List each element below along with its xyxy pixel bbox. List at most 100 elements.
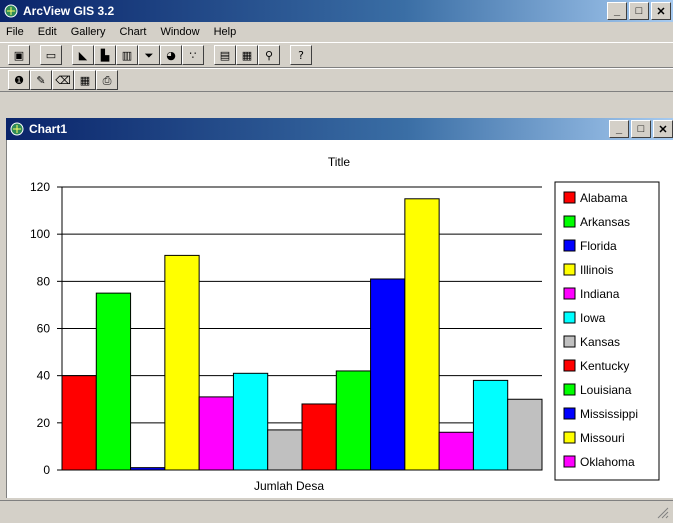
y-tick-label: 120 <box>30 180 50 194</box>
menubar: File Edit Gallery Chart Window Help <box>0 22 673 42</box>
bar-unnamed-12[interactable] <box>472 379 509 471</box>
chart-restore-button[interactable]: □ <box>631 120 651 138</box>
series-columns-button[interactable]: ▦ <box>236 45 258 65</box>
y-tick-label: 20 <box>37 416 51 430</box>
properties-button[interactable]: ▭ <box>40 45 62 65</box>
menu-gallery[interactable]: Gallery <box>71 26 106 38</box>
legend[interactable]: Alabama Arkansas Florida Illinois Indiana Iow… <box>554 181 660 481</box>
legend-swatch <box>563 383 576 396</box>
legend-label: Alabama <box>580 191 628 205</box>
button-bar: ▣ ▭ ◣ ▙ ▥ ⏷ ◕ ∵ ▤ ▦ ⚲ ? <box>0 42 673 68</box>
y-tick-label: 60 <box>37 322 51 336</box>
menu-file[interactable]: File <box>6 26 24 38</box>
find-icon: ⚲ <box>264 48 274 62</box>
find-button[interactable]: ⚲ <box>258 45 280 65</box>
legend-swatch <box>563 191 576 204</box>
line-chart-icon: ⏷ <box>144 48 154 62</box>
line-chart-button[interactable]: ⏷ <box>138 45 160 65</box>
menu-edit[interactable]: Edit <box>38 26 57 38</box>
chart-window-client: Title 0 20 40 60 80 100 120 Jumlah Desa Alabam… <box>6 140 673 498</box>
restore-icon: □ <box>637 123 645 135</box>
bar-kentucky[interactable] <box>301 403 337 471</box>
legend-swatch <box>563 407 576 420</box>
edit-pencil-icon: ✎ <box>36 73 46 87</box>
menu-window[interactable]: Window <box>160 26 199 38</box>
legend-swatch <box>563 359 576 372</box>
app-titlebar: ArcView GIS 3.2 _ □ ✕ <box>0 0 673 22</box>
legend-swatch <box>563 287 576 300</box>
help-icon: ? <box>298 48 304 62</box>
legend-label: Kansas <box>580 335 620 349</box>
chart-minimize-button[interactable]: _ <box>609 120 629 138</box>
bar-illinois[interactable] <box>164 254 200 471</box>
bars <box>61 198 543 471</box>
element-properties-tool[interactable]: ▦ <box>74 70 96 90</box>
minimize-icon: _ <box>613 5 621 17</box>
legend-swatch <box>563 215 576 228</box>
help-button[interactable]: ? <box>290 45 312 65</box>
bar-chart[interactable]: Title 0 20 40 60 80 100 120 Jumlah Desa Alabam… <box>7 140 667 498</box>
y-tick-label: 0 <box>43 463 50 477</box>
bar-iowa[interactable] <box>232 372 269 471</box>
identify-icon: ❶ <box>14 73 24 87</box>
erase-tool[interactable]: ⌫ <box>52 70 74 90</box>
chart-window-titlebar[interactable]: Chart1 _ □ ✕ <box>6 118 673 140</box>
series-columns-icon: ▦ <box>241 48 253 62</box>
bar-louisiana[interactable] <box>335 370 372 471</box>
resize-grip-icon[interactable] <box>657 507 669 519</box>
legend-label: Iowa <box>580 311 606 325</box>
bar-chart-button[interactable]: ▙ <box>94 45 116 65</box>
y-tick-label: 40 <box>37 369 51 383</box>
y-tick-label: 80 <box>37 274 51 288</box>
legend-swatch <box>563 311 576 324</box>
menu-help[interactable]: Help <box>214 26 237 38</box>
save-button[interactable]: ▣ <box>8 45 30 65</box>
legend-swatch <box>563 263 576 276</box>
bar-mississippi[interactable] <box>370 278 406 471</box>
properties-icon: ▭ <box>45 48 57 62</box>
edit-pencil-tool[interactable]: ✎ <box>30 70 52 90</box>
column-chart-button[interactable]: ▥ <box>116 45 138 65</box>
legend-label: Florida <box>580 239 617 253</box>
bar-oklahoma[interactable] <box>438 431 474 471</box>
column-chart-icon: ▥ <box>121 48 133 62</box>
legend-swatch <box>563 239 576 252</box>
series-rows-button[interactable]: ▤ <box>214 45 236 65</box>
legend-label: Kentucky <box>580 359 629 373</box>
maximize-button[interactable]: □ <box>629 2 649 20</box>
area-chart-button[interactable]: ◣ <box>72 45 94 65</box>
statusbar <box>0 500 673 523</box>
bar-kansas[interactable] <box>267 429 303 471</box>
save-icon: ▣ <box>13 48 25 62</box>
bar-missouri[interactable] <box>404 198 440 471</box>
erase-icon: ⌫ <box>55 73 71 87</box>
close-icon: ✕ <box>656 5 666 18</box>
print-tool[interactable]: ⎙ <box>96 70 118 90</box>
tool-bar: ❶ ✎ ⌫ ▦ ⎙ <box>0 68 673 92</box>
legend-label: Louisiana <box>580 383 632 397</box>
series-rows-icon: ▤ <box>219 48 231 62</box>
chart-title[interactable]: Title <box>328 155 351 169</box>
chart-window-controls: _ □ ✕ <box>609 120 673 138</box>
close-button[interactable]: ✕ <box>651 2 671 20</box>
bar-florida[interactable] <box>130 467 166 471</box>
x-axis-label[interactable]: Jumlah Desa <box>254 479 324 493</box>
identify-tool[interactable]: ❶ <box>8 70 30 90</box>
bar-alabama[interactable] <box>61 375 97 471</box>
menu-chart[interactable]: Chart <box>120 26 147 38</box>
close-icon: ✕ <box>658 123 668 136</box>
arcview-globe-icon <box>4 4 18 18</box>
area-chart-icon: ◣ <box>78 48 88 62</box>
bar-indiana[interactable] <box>198 396 234 471</box>
xy-chart-button[interactable]: ∵ <box>182 45 204 65</box>
pie-chart-button[interactable]: ◕ <box>160 45 182 65</box>
element-properties-icon: ▦ <box>79 73 91 87</box>
bar-unnamed-13[interactable] <box>507 398 543 471</box>
minimize-button[interactable]: _ <box>607 2 627 20</box>
gridlines <box>62 186 542 424</box>
chart-window-title: Chart1 <box>29 122 68 136</box>
legend-label: Arkansas <box>580 215 630 229</box>
legend-swatch <box>563 455 576 468</box>
chart-close-button[interactable]: ✕ <box>653 120 673 138</box>
bar-arkansas[interactable] <box>95 292 132 471</box>
